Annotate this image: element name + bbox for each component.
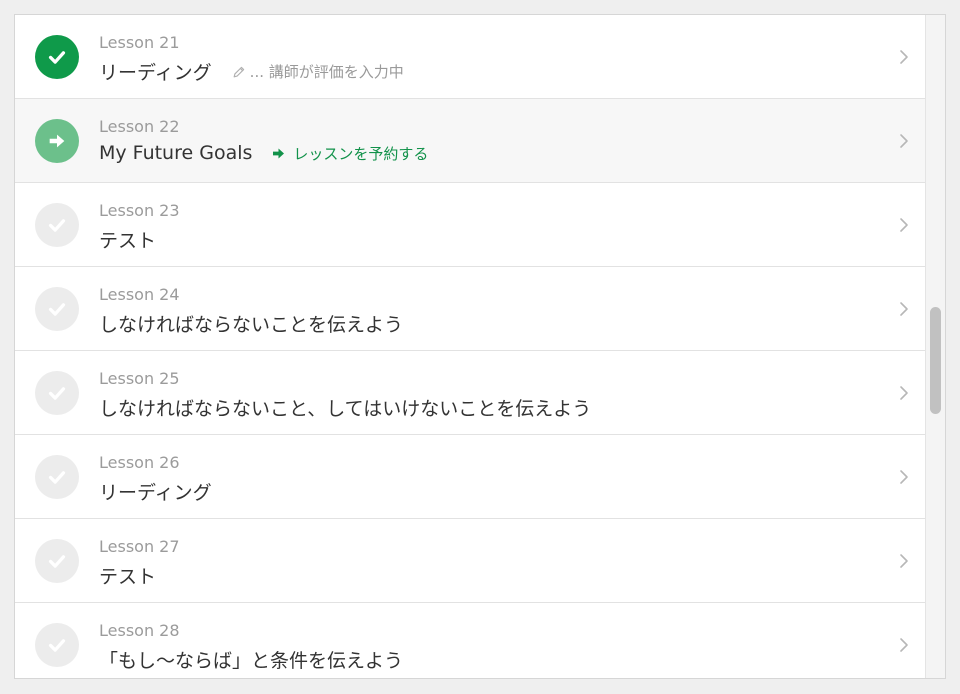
incomplete-check-icon [35,623,79,667]
chevron-right-icon [900,470,908,484]
lesson-number: Lesson 28 [99,621,180,640]
lesson-title-line: しなければならないこと、してはいけないことを伝えよう [99,394,591,421]
lesson-row-22[interactable]: Lesson 22 My Future Goals レッスンを予約する [15,99,927,183]
lesson-title-line: しなければならないことを伝えよう [99,310,403,337]
incomplete-check-icon [35,539,79,583]
chevron-right-icon [900,302,908,316]
lesson-title: テスト [99,230,157,252]
evaluation-status: ... 講師が評価を入力中 [232,61,404,82]
lesson-title: しなければならないことを伝えよう [99,314,404,336]
lesson-number: Lesson 27 [99,537,180,556]
incomplete-check-icon [35,203,79,247]
chevron-right-icon [900,638,908,652]
incomplete-check-icon [35,455,79,499]
next-lesson-arrow-icon [35,119,79,163]
lesson-number: Lesson 25 [99,369,180,388]
chevron-right-icon [900,50,908,64]
chevron-right-icon [900,134,908,148]
chevron-right-icon [900,554,908,568]
lesson-title-line: リーディング ... 講師が評価を入力中 [99,58,404,85]
lesson-row-21[interactable]: Lesson 21 リーディング ... 講師が評価を入力中 [15,15,927,99]
lesson-number: Lesson 23 [99,201,180,220]
lesson-number: Lesson 21 [99,33,180,52]
arrow-right-icon [273,148,285,158]
lesson-number: Lesson 22 [99,117,180,136]
scrollbar-thumb[interactable] [930,307,941,414]
lesson-row-27[interactable]: Lesson 27 テスト [15,519,927,603]
lesson-title: リーディング [99,482,212,504]
book-lesson-label: レッスンを予約する [293,144,429,163]
lesson-title-line: 「もし〜ならば」と条件を伝えよう [99,646,403,673]
vertical-scrollbar[interactable] [925,15,945,678]
lesson-title: テスト [99,566,157,588]
lesson-title: リーディング [99,62,212,84]
lesson-row-23[interactable]: Lesson 23 テスト [15,183,927,267]
book-lesson-link[interactable]: レッスンを予約する [272,143,428,164]
lesson-title: My Future Goals [99,142,253,164]
chevron-right-icon [900,218,908,232]
lesson-list: Lesson 21 リーディング ... 講師が評価を入力中 Lesson 22 [15,15,927,678]
lesson-row-26[interactable]: Lesson 26 リーディング [15,435,927,519]
lesson-row-24[interactable]: Lesson 24 しなければならないことを伝えよう [15,267,927,351]
completed-check-icon [35,35,79,79]
evaluation-status-text: ... 講師が評価を入力中 [249,63,404,81]
lesson-row-25[interactable]: Lesson 25 しなければならないこと、してはいけないことを伝えよう [15,351,927,435]
incomplete-check-icon [35,371,79,415]
lesson-list-panel: Lesson 21 リーディング ... 講師が評価を入力中 Lesson 22 [14,14,946,679]
lesson-title-line: テスト [99,562,156,589]
chevron-right-icon [900,386,908,400]
lesson-title-line: テスト [99,226,156,253]
lesson-title-line: My Future Goals レッスンを予約する [99,142,428,164]
lesson-number: Lesson 26 [99,453,180,472]
incomplete-check-icon [35,287,79,331]
lesson-title: 「もし〜ならば」と条件を伝えよう [99,650,404,672]
lesson-title-line: リーディング [99,478,212,505]
pencil-icon [233,66,244,77]
lesson-number: Lesson 24 [99,285,180,304]
lesson-row-28[interactable]: Lesson 28 「もし〜ならば」と条件を伝えよう [15,603,927,678]
lesson-title: しなければならないこと、してはいけないことを伝えよう [99,398,592,420]
